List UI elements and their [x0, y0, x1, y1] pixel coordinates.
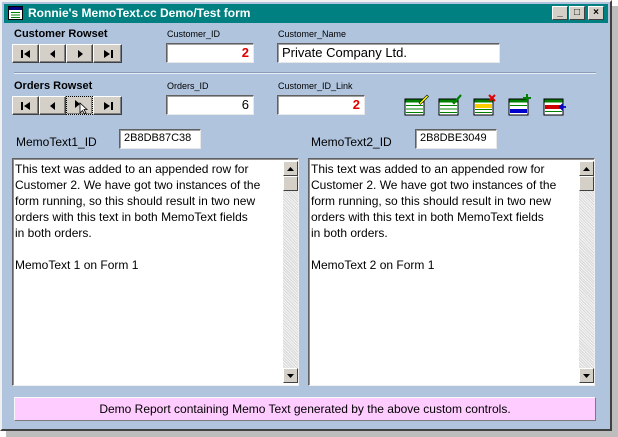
- memotext1-content[interactable]: This text was added to an appended row f…: [15, 161, 260, 273]
- memotext2-box[interactable]: This text was added to an appended row f…: [308, 158, 595, 386]
- orders-next-button[interactable]: [66, 96, 93, 115]
- customer-name-field[interactable]: Private Company Ltd.: [277, 43, 500, 63]
- next-record-icon: [74, 99, 88, 114]
- scroll-up-button[interactable]: [283, 161, 298, 176]
- orders-prev-button[interactable]: [39, 96, 66, 115]
- customer-next-button[interactable]: [66, 44, 93, 63]
- scroll-down-button[interactable]: [283, 368, 298, 383]
- first-record-icon: [20, 101, 30, 110]
- orders-last-button[interactable]: [93, 96, 122, 115]
- customer-nav-group: [12, 44, 148, 64]
- customer-id-link-field[interactable]: 2: [277, 95, 365, 115]
- save-record-icon[interactable]: [437, 94, 463, 118]
- memotext1-box[interactable]: This text was added to an appended row f…: [12, 158, 299, 386]
- scroll-up-button[interactable]: [579, 161, 594, 176]
- delete-record-icon[interactable]: [472, 94, 498, 118]
- customer-prev-button[interactable]: [39, 44, 66, 63]
- scroll-down-icon: [287, 373, 294, 378]
- orders-id-label: Orders_ID: [167, 81, 209, 91]
- prev-record-icon: [49, 49, 55, 58]
- orders-id-field[interactable]: 6: [166, 95, 254, 115]
- scroll-thumb[interactable]: [283, 176, 298, 191]
- scroll-thumb[interactable]: [579, 176, 594, 191]
- edit-record-icon[interactable]: [403, 94, 429, 118]
- memotext2-id-field[interactable]: 2B8DBE3049: [415, 129, 497, 149]
- memotext1-scrollbar[interactable]: [283, 161, 298, 383]
- demo-report-button[interactable]: Demo Report containing Memo Text generat…: [14, 397, 596, 421]
- memotext1-id-field[interactable]: 2B8DB87C38: [119, 129, 201, 149]
- maximize-button[interactable]: □: [569, 6, 585, 20]
- form-window: Ronnie's MemoText.cc Demo/Test form _ □ …: [0, 0, 612, 431]
- form-app-icon: [8, 6, 23, 20]
- window-shadow-right: [612, 6, 618, 437]
- memotext2-id-label: MemoText2_ID: [311, 135, 392, 149]
- orders-first-button[interactable]: [12, 96, 39, 115]
- customer-last-button[interactable]: [93, 44, 122, 63]
- customer-id-label: Customer_ID: [167, 29, 221, 39]
- minimize-button[interactable]: _: [552, 6, 568, 20]
- memotext2-scrollbar[interactable]: [579, 161, 594, 383]
- scroll-up-icon: [287, 166, 294, 171]
- memotext1-id-label: MemoText1_ID: [16, 135, 97, 149]
- orders-rowset-label: Orders Rowset: [14, 80, 93, 92]
- prev-record-icon: [49, 101, 55, 110]
- scroll-down-button[interactable]: [579, 368, 594, 383]
- customer-rowset-label: Customer Rowset: [14, 28, 108, 40]
- last-record-icon: [103, 101, 113, 110]
- close-button[interactable]: ×: [588, 6, 604, 20]
- memotext2-content[interactable]: This text was added to an appended row f…: [311, 161, 556, 273]
- scroll-up-icon: [583, 166, 590, 171]
- first-record-icon: [20, 49, 30, 58]
- section-divider: [14, 72, 596, 74]
- last-record-icon: [103, 49, 113, 58]
- orders-nav-group: [12, 96, 148, 116]
- customer-first-button[interactable]: [12, 44, 39, 63]
- window-title: Ronnie's MemoText.cc Demo/Test form: [28, 6, 251, 20]
- add-record-icon[interactable]: [507, 94, 533, 118]
- window-shadow-bottom: [6, 431, 618, 437]
- customer-id-link-label: Customer_ID_Link: [278, 81, 353, 91]
- append-record-icon[interactable]: [542, 94, 568, 118]
- customer-name-label: Customer_Name: [278, 29, 347, 39]
- title-bar[interactable]: Ronnie's MemoText.cc Demo/Test form _ □ …: [4, 4, 608, 23]
- next-record-icon: [77, 49, 83, 58]
- customer-id-field[interactable]: 2: [166, 43, 254, 63]
- scroll-down-icon: [583, 373, 590, 378]
